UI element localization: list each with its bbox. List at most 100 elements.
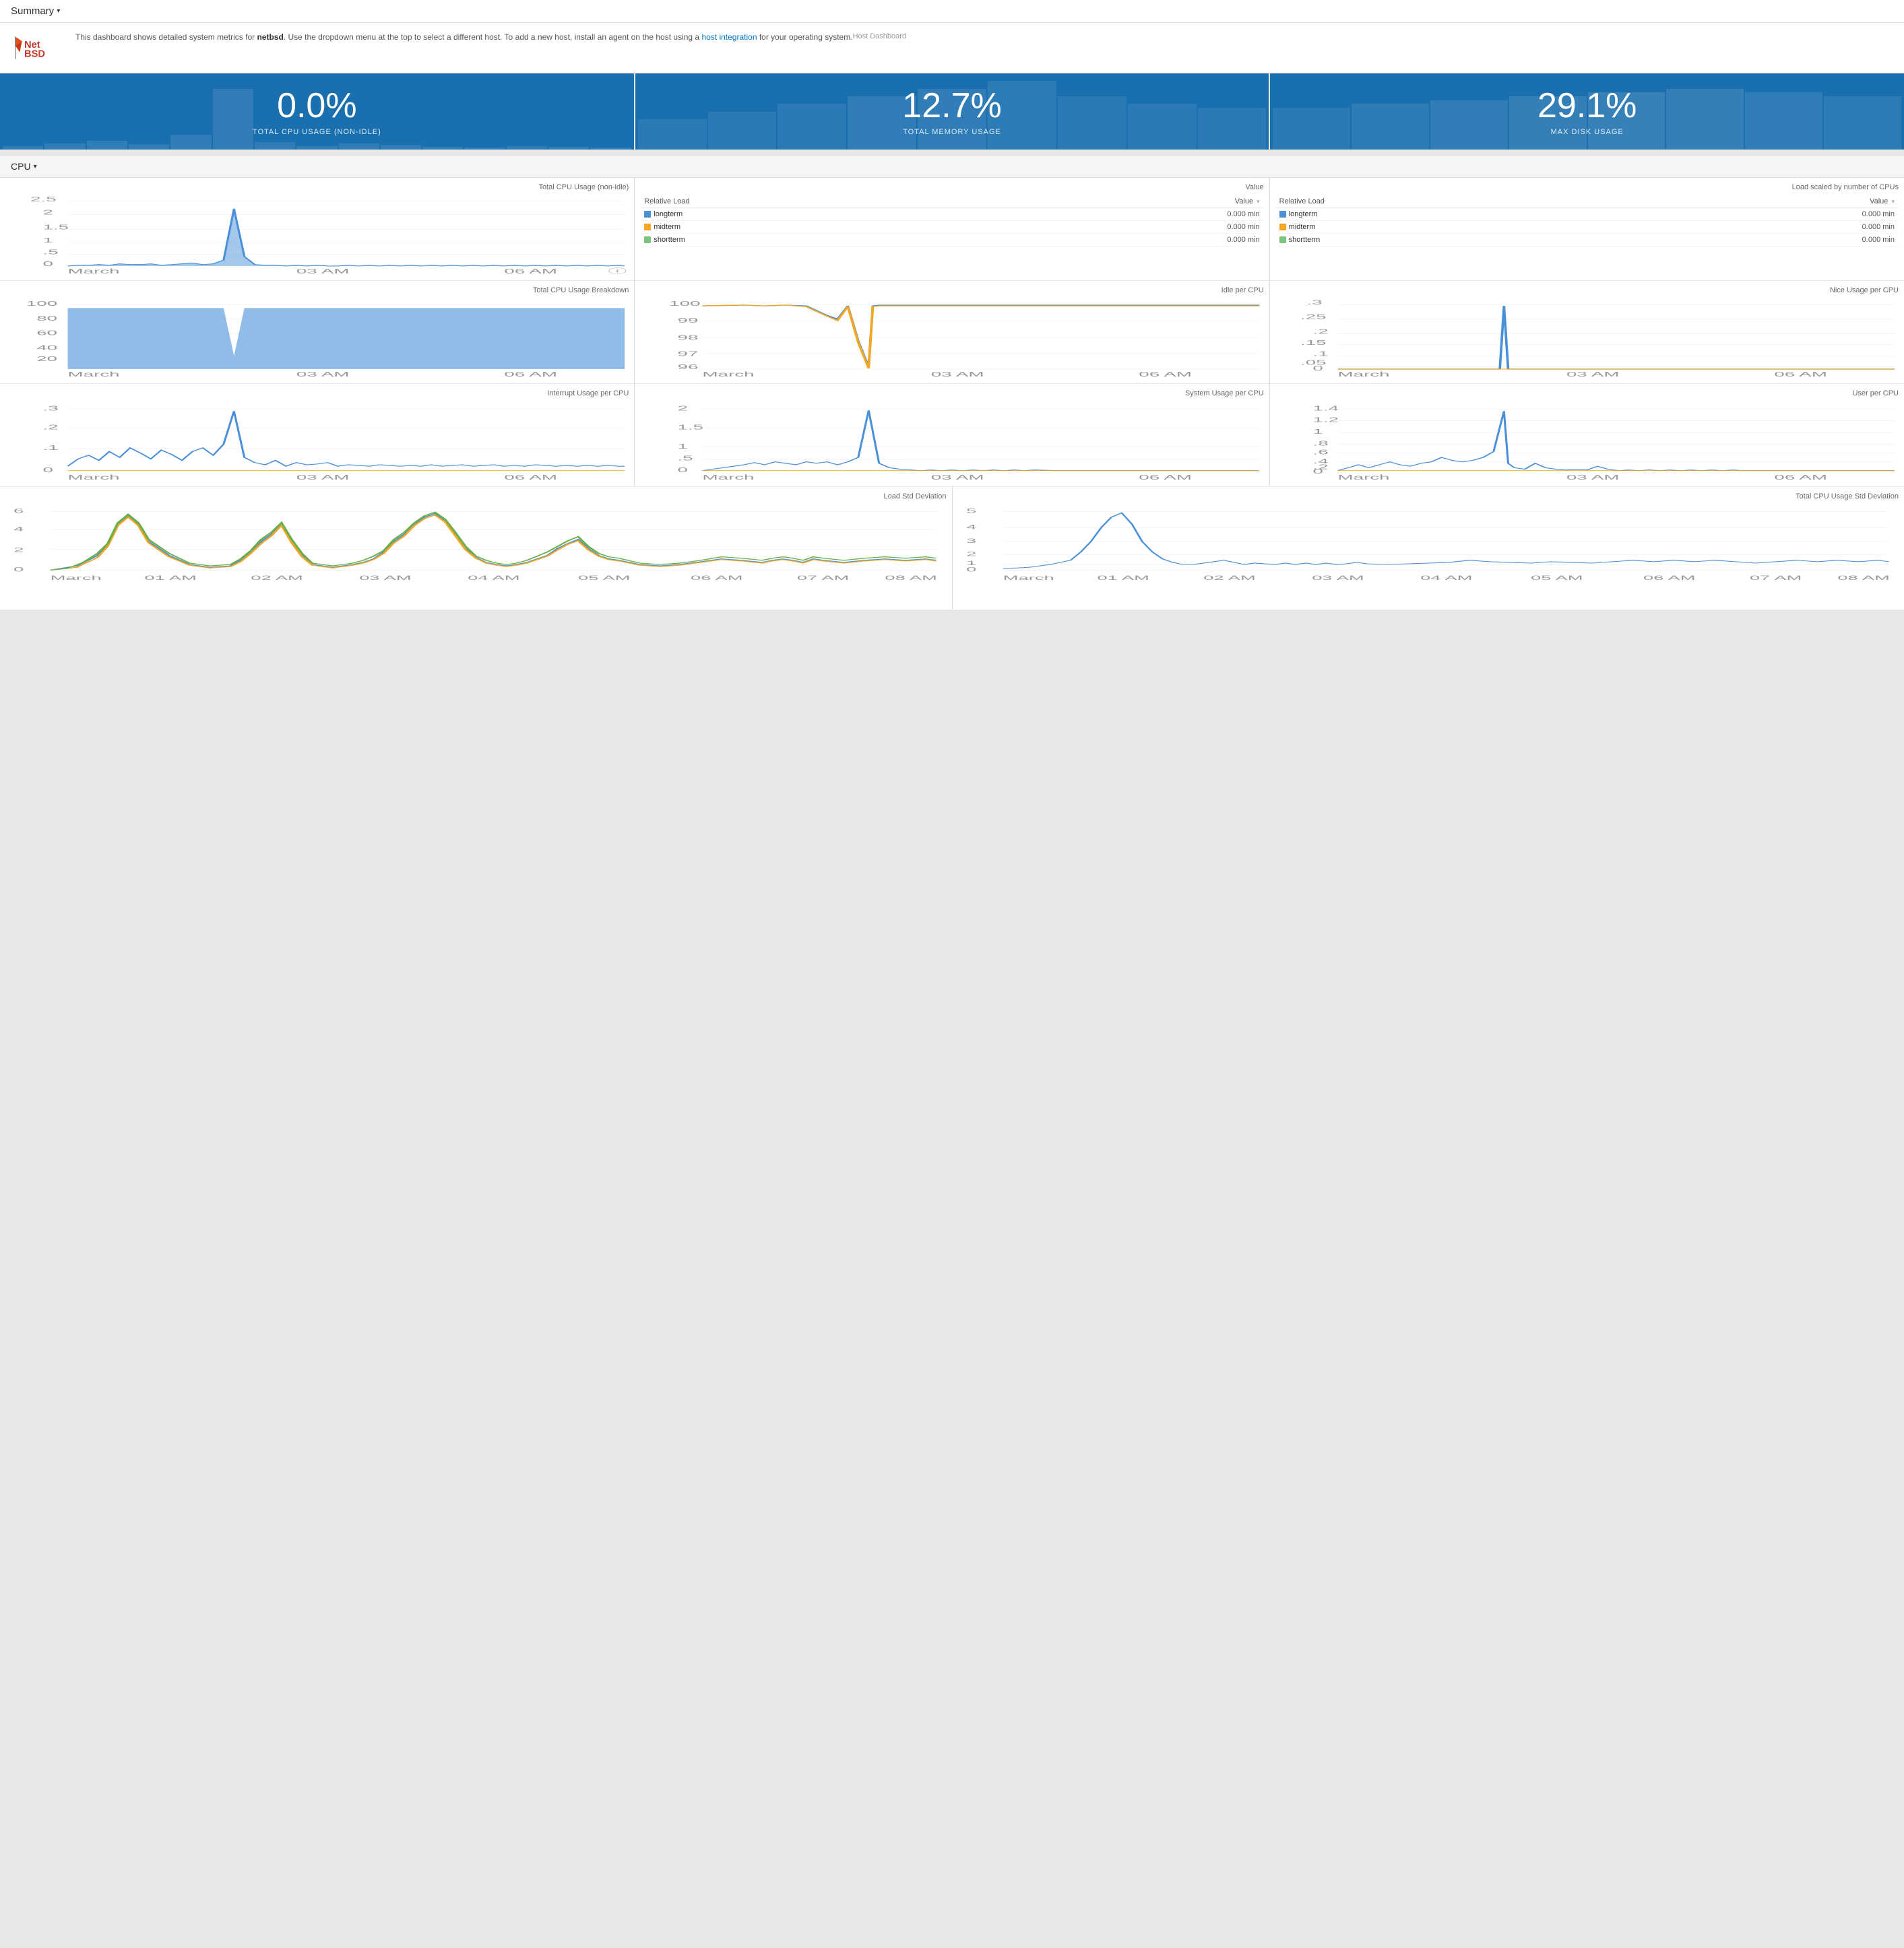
idle-line	[703, 305, 1260, 367]
svg-text:0: 0	[43, 467, 53, 474]
sort-icon-2: ▾	[1891, 198, 1895, 205]
info-icon-small: ⓘ	[608, 268, 627, 275]
nice-usage-chart: Nice Usage per CPU .3 .25 .2 .15 .1 .05 …	[1270, 281, 1904, 383]
color-indicator-2	[1279, 224, 1286, 230]
cpu-bg-bars	[0, 73, 634, 150]
disk-metric-card: 29.1% MAX DISK USAGE	[1270, 73, 1904, 150]
cpu-std-line	[1003, 513, 1889, 569]
svg-text:40: 40	[36, 344, 57, 352]
svg-text:02 AM: 02 AM	[251, 575, 303, 581]
y-label-15: 1.5	[43, 224, 69, 231]
total-cpu-area: 2.5 2 1.5 1 .5 0 March 03 AM 06 AM	[5, 194, 629, 275]
svg-text:05 AM: 05 AM	[578, 575, 630, 581]
svg-text:0: 0	[1312, 468, 1323, 476]
user-per-cpu-area: 1.4 1.2 1 .8 .6 .4 .2 0 March 03 AM	[1275, 400, 1899, 481]
svg-text:March: March	[1337, 371, 1389, 379]
load-scaled-title: Load scaled by number of CPUs	[1275, 183, 1899, 191]
info-text: Host Dashboard This dashboard shows deta…	[75, 31, 906, 43]
load-label-cell: longterm	[640, 208, 994, 221]
cpu-metric-card: 0.0% TOTAL CPU USAGE (NON-IDLE)	[0, 73, 635, 150]
svg-text:98: 98	[678, 334, 699, 342]
svg-text:March: March	[1003, 575, 1054, 581]
interrupt-line	[68, 412, 625, 467]
svg-text:05 AM: 05 AM	[1531, 575, 1583, 581]
svg-text:.3: .3	[43, 405, 59, 412]
svg-text:99: 99	[678, 317, 699, 325]
load-scaled-col1-header: Relative Load	[1275, 195, 1630, 208]
svg-text:01 AM: 01 AM	[144, 575, 196, 581]
load-table-1-body: longterm0.000 minmidterm0.000 minshortte…	[640, 208, 1263, 247]
svg-text:4: 4	[966, 524, 976, 531]
svg-text:March: March	[703, 371, 755, 379]
svg-text:March: March	[68, 474, 120, 482]
load-std-dev-area: 6 4 2 0 std dev March 01 AM 02 AM 03	[5, 503, 947, 604]
load-table-row: shortterm0.000 min	[640, 234, 1263, 247]
std-blue-line	[51, 514, 937, 571]
cpu-section-label: CPU	[11, 161, 31, 172]
summary-dropdown[interactable]: Summary ▾	[11, 5, 60, 17]
dashboard-title: Host Dashboard	[853, 31, 907, 42]
load-std-dev-chart: Load Std Deviation 6 4 2 0 std dev	[0, 487, 952, 610]
info-panel: Net BSD Host Dashboard This dashboard sh…	[0, 23, 1904, 73]
disk-bg-bars	[1270, 73, 1904, 150]
host-integration-link[interactable]: host integration	[701, 32, 757, 42]
idle-per-cpu-area: 100 99 98 97 96 March 03 AM 06 AM	[640, 297, 1263, 378]
total-cpu-chart: Total CPU Usage (non-idle) 2.5 2 1.5 1 .…	[0, 178, 634, 280]
user-per-cpu-chart: User per CPU 1.4 1.2 1 .8 .6 .4 .2 0	[1270, 384, 1904, 486]
svg-text:.5: .5	[678, 455, 693, 462]
svg-text:2: 2	[966, 551, 976, 558]
svg-text:03 AM: 03 AM	[296, 371, 350, 379]
color-indicator-2	[1279, 211, 1286, 218]
nice-line	[1337, 306, 1895, 369]
svg-text:.6: .6	[1312, 449, 1328, 456]
svg-text:03 AM: 03 AM	[931, 474, 984, 482]
logo-area: Net BSD	[11, 31, 65, 65]
load-value-cell: 0.000 min	[994, 221, 1264, 234]
total-cpu-std-dev-area: 5 4 3 2 1 0 std dev March 01 AM 02 AM 03…	[958, 503, 1899, 604]
breakdown-area	[68, 309, 625, 370]
cpu-breakdown-area: 100 80 60 40 20 March 03 AM 06 AM	[5, 297, 629, 378]
cpu-section-dropdown[interactable]: CPU ▾	[11, 161, 37, 172]
load-scaled-table-row: longterm0.000 min	[1275, 208, 1899, 221]
svg-text:03 AM: 03 AM	[931, 371, 984, 379]
cpu-area-fill	[68, 209, 625, 266]
memory-metric-card: 12.7% TOTAL MEMORY USAGE	[635, 73, 1271, 150]
color-indicator	[644, 236, 651, 243]
cpu-line	[68, 209, 625, 266]
load-scaled-table-row: shortterm0.000 min	[1275, 234, 1899, 247]
charts-row-4: Load Std Deviation 6 4 2 0 std dev	[0, 487, 1904, 610]
svg-text:5: 5	[966, 508, 976, 515]
charts-row-2: Total CPU Usage Breakdown 100 80 60 40 2…	[0, 281, 1904, 383]
load-scaled-label-cell: shortterm	[1275, 234, 1630, 247]
load-table-row: longterm0.000 min	[640, 208, 1263, 221]
svg-text:03 AM: 03 AM	[296, 474, 350, 482]
load-std-dev-title: Load Std Deviation	[5, 492, 947, 500]
svg-text:0: 0	[13, 566, 24, 573]
svg-text:3: 3	[966, 538, 976, 544]
svg-text:1.5: 1.5	[678, 424, 704, 431]
svg-text:March: March	[68, 371, 120, 379]
system-line	[703, 410, 1260, 470]
svg-text:96: 96	[678, 364, 699, 371]
load-scaled-col2-header[interactable]: Value ▾	[1629, 195, 1899, 208]
hostname-label: netbsd	[257, 32, 283, 42]
load-table-2: Load scaled by number of CPUs Relative L…	[1270, 178, 1904, 280]
x-label-march: March	[68, 268, 120, 275]
svg-text:.3: .3	[1306, 299, 1322, 306]
svg-text:1: 1	[1312, 428, 1323, 436]
load-scaled-value-cell: 0.000 min	[1629, 221, 1899, 234]
load-scaled-label-cell: longterm	[1275, 208, 1630, 221]
svg-text:80: 80	[36, 315, 57, 323]
svg-text:.2: .2	[43, 424, 59, 431]
load-col1-header: Relative Load	[640, 195, 994, 208]
svg-text:03 AM: 03 AM	[359, 575, 411, 581]
load-scaled-label-cell: midterm	[1275, 221, 1630, 234]
svg-text:03 AM: 03 AM	[1312, 575, 1364, 581]
interrupt-usage-area: .3 .2 .1 0 March 03 AM 06 AM	[5, 400, 629, 481]
svg-text:4: 4	[13, 526, 24, 533]
load-scaled-value-cell: 0.000 min	[1629, 234, 1899, 247]
svg-text:.25: .25	[1300, 313, 1327, 321]
load-col2-header[interactable]: Value ▾	[994, 195, 1264, 208]
svg-text:06 AM: 06 AM	[1139, 474, 1193, 482]
svg-text:07 AM: 07 AM	[797, 575, 849, 581]
